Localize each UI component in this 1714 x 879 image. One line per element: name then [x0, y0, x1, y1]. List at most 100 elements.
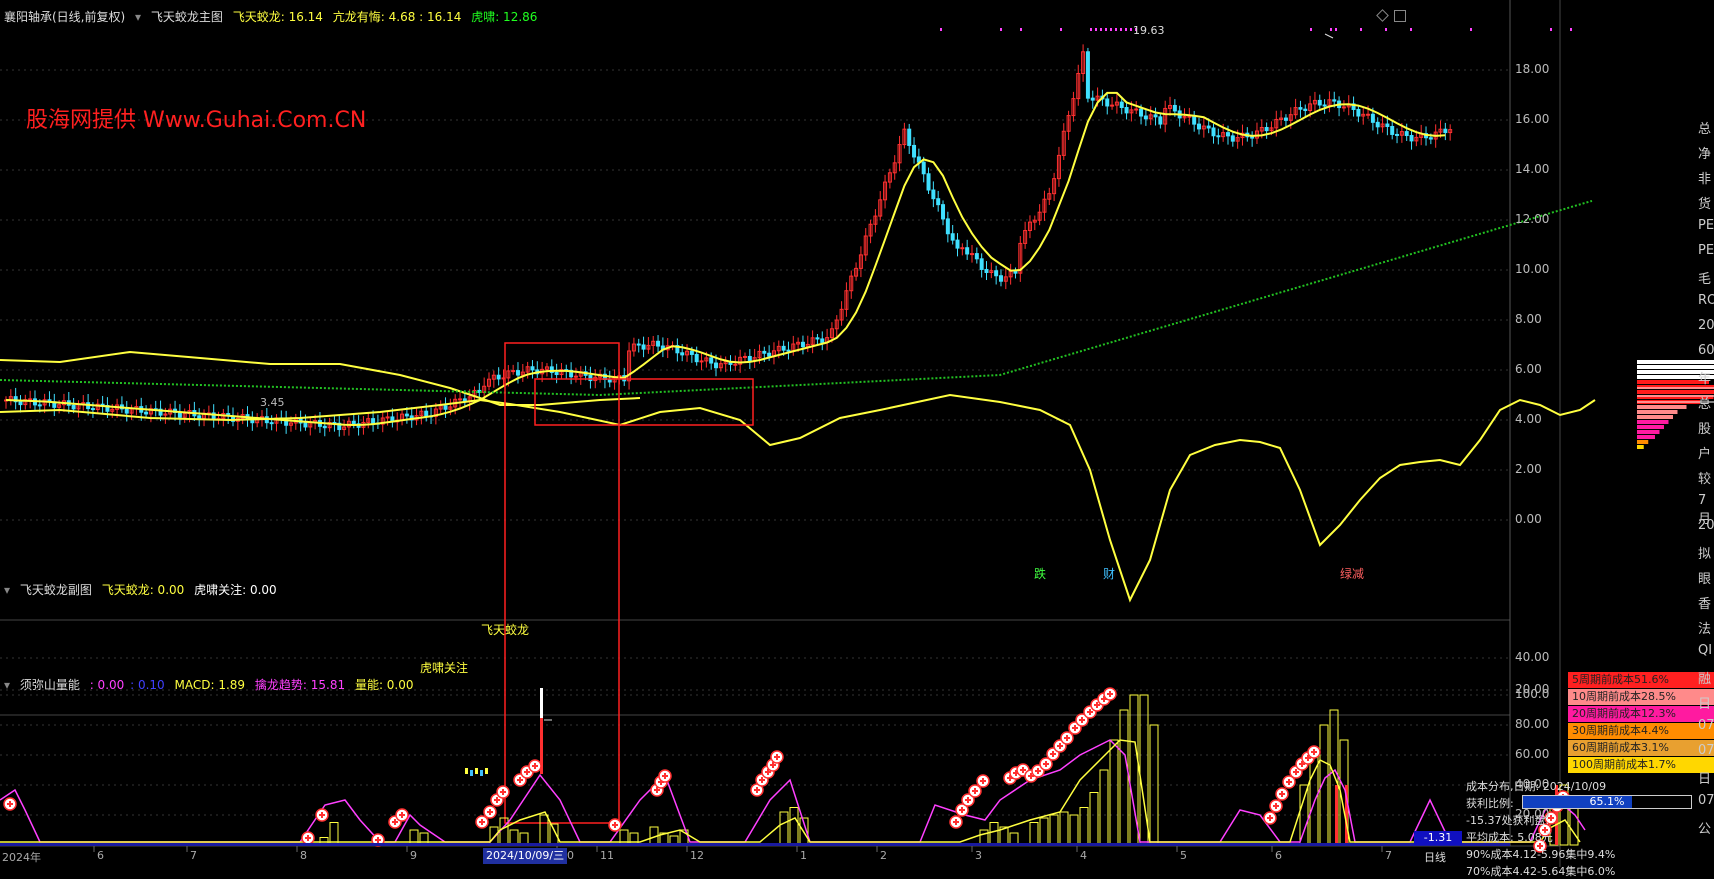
x-tick-label: 7 — [190, 849, 197, 862]
candle-body — [1105, 98, 1110, 107]
volume-bar — [1079, 807, 1089, 846]
vol-indicator-name[interactable]: 须弥山量能 — [20, 678, 80, 692]
x-tick-label: 6 — [1275, 849, 1282, 862]
right-panel-glyph: 拟 — [1698, 547, 1712, 562]
candle-body — [1085, 51, 1090, 99]
candle-body — [1332, 99, 1337, 102]
cost-legend-item: 30周期前成本4.4% — [1568, 723, 1714, 739]
candle-body — [1206, 125, 1211, 129]
main-indicator-name[interactable]: 飞天蛟龙主图 — [151, 10, 223, 24]
sub-dropdown-icon[interactable]: ▾ — [4, 583, 10, 597]
sub-tiger-annotation: 虎啸关注 — [420, 661, 469, 675]
candle-body — [1090, 97, 1095, 101]
x-tick-label: 3 — [975, 849, 982, 862]
slow-ma-line — [0, 199, 1593, 397]
candle-body — [496, 374, 501, 380]
x-tick-label: 1 — [800, 849, 807, 862]
candle-body — [197, 415, 202, 419]
volume-bar — [499, 817, 509, 846]
indicator-dropdown-icon[interactable]: ▾ — [135, 10, 141, 24]
signal-marker — [1120, 28, 1122, 31]
cost-90-line: 90%成本4.12-5.96集中9.4% — [1466, 848, 1616, 861]
candle-body — [1395, 133, 1400, 136]
right-panel-glyph: 户 — [1698, 447, 1712, 462]
candle-body — [1303, 108, 1308, 112]
y-tick-label: 4.00 — [1515, 412, 1542, 426]
volume-bar — [779, 811, 789, 846]
right-panel-glyph: 日 — [1698, 697, 1712, 712]
volume-header: ▾ 须弥山量能 : 0.00 : 0.10 MACD: 1.89 擒龙趋势: 1… — [4, 676, 420, 693]
period-label[interactable]: 日线 — [1424, 849, 1446, 865]
candle-body — [71, 404, 76, 410]
candle-body — [767, 352, 772, 357]
sub-indicator-name[interactable]: 飞天蛟龙副图 — [20, 583, 92, 597]
right-panel-glyph: 20 — [1698, 518, 1714, 533]
y-tick-label: 8.00 — [1515, 312, 1542, 326]
x-tick-label: 2 — [880, 849, 887, 862]
volume-bar — [1309, 754, 1319, 846]
right-panel-glyph: PE — [1698, 243, 1714, 258]
candle-body — [636, 343, 641, 346]
main-chart-header: 襄阳轴承(日线,前复权) ▾ 飞天蛟龙主图 飞天蛟龙: 16.14 亢龙有悔: … — [4, 8, 543, 25]
candle-body — [747, 355, 752, 362]
candle-body — [641, 344, 646, 350]
window-restore-icon[interactable] — [1394, 10, 1406, 22]
signal-marker — [1330, 28, 1332, 31]
candle-body — [371, 418, 376, 424]
candle-body — [994, 270, 999, 277]
candle-body — [680, 352, 685, 356]
candle-body — [936, 198, 941, 206]
candle-body — [28, 398, 33, 401]
y-tick-label: 6.00 — [1515, 362, 1542, 376]
right-panel-glyph: 07 — [1698, 718, 1714, 733]
candle-body — [322, 425, 327, 429]
signal-marker — [1310, 28, 1312, 31]
right-panel-glyph: 总 — [1698, 122, 1712, 137]
stock-name[interactable]: 襄阳轴承(日线,前复权) — [4, 10, 125, 24]
chip-distribution-bar — [1637, 430, 1660, 434]
right-panel-glyph: 货 — [1698, 197, 1712, 212]
tiger-bar — [485, 768, 488, 774]
candle-body — [931, 189, 936, 200]
right-panel-glyph: 较 — [1698, 472, 1712, 487]
volume-bar — [1099, 769, 1109, 846]
x-tick-label: 9 — [410, 849, 417, 862]
signal-marker — [1115, 28, 1117, 31]
candle-body — [960, 247, 965, 250]
candle-body — [1390, 125, 1395, 135]
volume-bar — [1059, 811, 1069, 846]
signal-marker — [1470, 28, 1472, 31]
cursor-date-label: 2024/10/09/三 — [483, 848, 568, 864]
sub-fly-annotation: 飞天蛟龙 — [481, 623, 530, 637]
candle-body — [1356, 108, 1361, 117]
right-panel-glyph: 眼 — [1698, 572, 1712, 587]
candle-body — [37, 404, 42, 407]
candle-body — [1013, 270, 1018, 274]
candle-body — [1119, 101, 1124, 109]
chip-distribution-bar — [1637, 415, 1673, 419]
right-panel-glyph: 股 — [1698, 422, 1712, 437]
candle-body — [921, 161, 926, 175]
vol-dropdown-icon[interactable]: ▾ — [4, 678, 10, 692]
x-tick-label: 12 — [690, 849, 704, 862]
candle-body — [912, 144, 917, 158]
signal-marker — [1550, 28, 1552, 31]
volume-bar — [789, 807, 799, 846]
candle-body — [424, 410, 429, 417]
profit-curve-line: -15.37处获利盘: — [1466, 814, 1550, 827]
y-tick-label: 14.00 — [1515, 162, 1550, 176]
right-panel-glyph: 07 — [1698, 793, 1714, 808]
candle-body — [1139, 108, 1144, 117]
candle-body — [781, 345, 786, 351]
y-tick-label: 2.00 — [1515, 462, 1542, 476]
candle-body — [124, 408, 129, 414]
macd-value: MACD: 1.89 — [174, 678, 246, 692]
cost-date-line: 成本分布,日期: 2024/10/09 — [1466, 780, 1607, 793]
chip-distribution-bar — [1637, 445, 1644, 449]
candle-body — [714, 362, 719, 369]
fly-dragon-bar — [540, 735, 543, 755]
candle-body — [573, 375, 578, 378]
candle-body — [955, 239, 960, 249]
candle-body — [1124, 107, 1129, 114]
x-tick-label: 4 — [1080, 849, 1087, 862]
